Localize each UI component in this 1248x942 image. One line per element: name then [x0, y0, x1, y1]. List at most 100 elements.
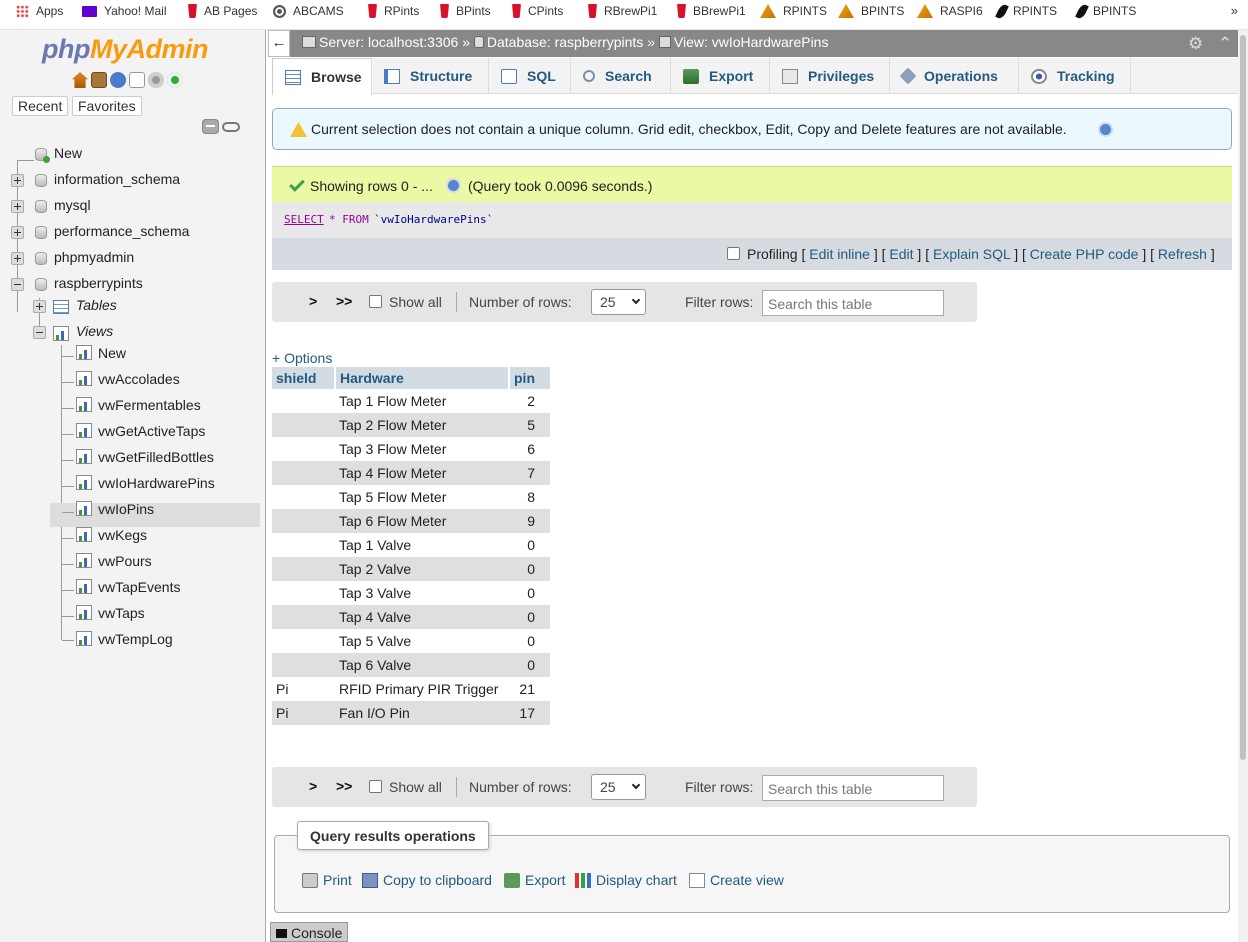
next-page-button[interactable]: >: [309, 293, 317, 309]
collapse-all-icon[interactable]: [202, 119, 219, 134]
edit-inline-link[interactable]: Edit inline: [809, 246, 870, 262]
phpmyadmin-logo[interactable]: phpMyAdmin: [42, 34, 208, 65]
tree-view-new[interactable]: New: [98, 345, 126, 361]
page-scrollbar[interactable]: [1238, 30, 1248, 942]
console-toggle[interactable]: Console: [270, 922, 348, 942]
tree-view-item[interactable]: vwIoPins: [98, 501, 154, 517]
bookmark-abcams[interactable]: ABCAMS: [273, 0, 344, 22]
bookmark-rpints[interactable]: RPints: [368, 0, 419, 22]
expand-icon[interactable]: [11, 226, 24, 239]
cup-icon: [512, 4, 521, 18]
collapse-icon[interactable]: [33, 326, 46, 339]
favorites-tab[interactable]: Favorites: [72, 96, 142, 116]
tree-view-item[interactable]: vwGetFilledBottles: [98, 449, 214, 465]
column-header-hardware[interactable]: Hardware: [335, 367, 510, 389]
documentation-icon[interactable]: [129, 72, 145, 88]
expand-icon[interactable]: [11, 252, 24, 265]
tree-view-item[interactable]: vwTapEvents: [98, 579, 180, 595]
tab-export[interactable]: Export: [671, 58, 770, 94]
tree-view-item[interactable]: vwFermentables: [98, 397, 201, 413]
link-with-main-panel-icon[interactable]: [222, 122, 240, 132]
print-link[interactable]: Print: [302, 872, 352, 888]
tab-sql[interactable]: SQL: [489, 58, 571, 94]
rows-count-select[interactable]: 25: [591, 774, 646, 800]
expand-icon[interactable]: [11, 174, 24, 187]
tree-views-group[interactable]: Views: [76, 323, 113, 339]
bookmark-bpints[interactable]: BPints: [440, 0, 491, 22]
export-link[interactable]: Export: [504, 872, 565, 888]
tree-new-database[interactable]: New: [54, 145, 82, 161]
tree-view-item[interactable]: vwPours: [98, 553, 152, 569]
help-icon[interactable]: [446, 178, 461, 193]
logout-icon[interactable]: [91, 72, 107, 88]
tab-browse[interactable]: Browse: [272, 58, 372, 95]
breadcrumb-view[interactable]: View: vwIoHardwarePins: [674, 34, 829, 50]
bookmark-rbrewpi1[interactable]: RBrewPi1: [588, 0, 657, 22]
filter-rows-label: Filter rows:: [685, 294, 754, 310]
column-header-shield[interactable]: shield: [272, 367, 336, 389]
tree-tables-group[interactable]: Tables: [76, 297, 117, 313]
last-page-button[interactable]: >>: [336, 293, 352, 309]
show-all-checkbox[interactable]: [369, 780, 382, 793]
bookmark-apps[interactable]: Apps: [16, 0, 63, 22]
bookmarks-more-button[interactable]: »: [1231, 3, 1238, 18]
column-header-pin[interactable]: pin: [509, 367, 550, 389]
settings-gear-icon[interactable]: [148, 72, 164, 88]
bookmark-pma-bpints[interactable]: BPINTS: [838, 0, 904, 22]
create-php-code-link[interactable]: Create PHP code: [1030, 246, 1139, 262]
expand-icon[interactable]: [11, 200, 24, 213]
explain-sql-link[interactable]: Explain SQL: [933, 246, 1010, 262]
edit-link[interactable]: Edit: [889, 246, 913, 262]
tree-db-raspberrypints[interactable]: raspberrypints: [54, 275, 143, 291]
refresh-link[interactable]: Refresh: [1158, 246, 1207, 262]
tree-db-information-schema[interactable]: information_schema: [54, 171, 180, 187]
bookmark-pma-raspi6[interactable]: RASPI6: [917, 0, 983, 22]
sql-keyword-link[interactable]: SELECT: [284, 213, 324, 226]
tab-structure[interactable]: Structure: [372, 58, 489, 94]
tab-search[interactable]: Search: [571, 58, 671, 94]
cup-icon: [440, 4, 449, 18]
bookmark-yahoo-mail[interactable]: Yahoo! Mail: [82, 0, 166, 22]
bookmark-bbrewpi1[interactable]: BBrewPi1: [677, 0, 746, 22]
tree-db-phpmyadmin[interactable]: phpmyadmin: [54, 249, 134, 265]
bookmark-cpints[interactable]: CPints: [512, 0, 563, 22]
help-icon[interactable]: [110, 72, 126, 88]
bookmark-quill-rpints[interactable]: RPINTS: [995, 0, 1057, 22]
next-page-button[interactable]: >: [309, 778, 317, 794]
settings-gear-icon[interactable]: ⚙: [1188, 34, 1203, 54]
tree-view-item[interactable]: vwGetActiveTaps: [98, 423, 205, 439]
recent-tab[interactable]: Recent: [12, 96, 69, 116]
tree-db-performance-schema[interactable]: performance_schema: [54, 223, 189, 239]
rows-count-select[interactable]: 25: [591, 289, 646, 315]
tab-privileges[interactable]: Privileges: [770, 58, 890, 94]
filter-rows-input[interactable]: Search this table: [762, 775, 944, 801]
tree-view-item-selected[interactable]: vwIoHardwarePins: [98, 475, 215, 491]
last-page-button[interactable]: >>: [336, 778, 352, 794]
collapse-top-icon[interactable]: ⌃: [1218, 34, 1232, 54]
tree-view-item[interactable]: vwKegs: [98, 527, 147, 543]
collapse-icon[interactable]: [11, 278, 24, 291]
breadcrumb-server[interactable]: Server: localhost:3306: [319, 34, 458, 50]
reload-icon[interactable]: [167, 72, 183, 88]
tab-operations[interactable]: Operations: [890, 58, 1019, 94]
back-button[interactable]: ←: [268, 30, 290, 57]
tree-view-item[interactable]: vwTaps: [98, 605, 145, 621]
copy-to-clipboard-link[interactable]: Copy to clipboard: [362, 872, 492, 888]
show-all-checkbox[interactable]: [369, 295, 382, 308]
home-icon[interactable]: [72, 72, 88, 88]
tree-view-item[interactable]: vwTempLog: [98, 631, 173, 647]
help-icon[interactable]: [1098, 122, 1113, 137]
bookmark-pma-rpints[interactable]: RPINTS: [760, 0, 827, 22]
display-chart-link[interactable]: Display chart: [575, 872, 677, 888]
bookmark-ab-pages[interactable]: AB Pages: [188, 0, 257, 22]
expand-icon[interactable]: [33, 300, 46, 313]
tree-db-mysql[interactable]: mysql: [54, 197, 91, 213]
profiling-checkbox[interactable]: [727, 247, 740, 260]
tree-view-item[interactable]: vwAccolades: [98, 371, 180, 387]
create-view-link[interactable]: Create view: [689, 872, 784, 888]
breadcrumb-database[interactable]: Database: raspberrypints: [487, 34, 643, 50]
filter-rows-input[interactable]: Search this table: [762, 290, 944, 316]
options-toggle-link[interactable]: + Options: [272, 350, 332, 366]
tab-tracking[interactable]: Tracking: [1019, 58, 1131, 94]
bookmark-quill-bpints[interactable]: BPINTS: [1075, 0, 1136, 22]
